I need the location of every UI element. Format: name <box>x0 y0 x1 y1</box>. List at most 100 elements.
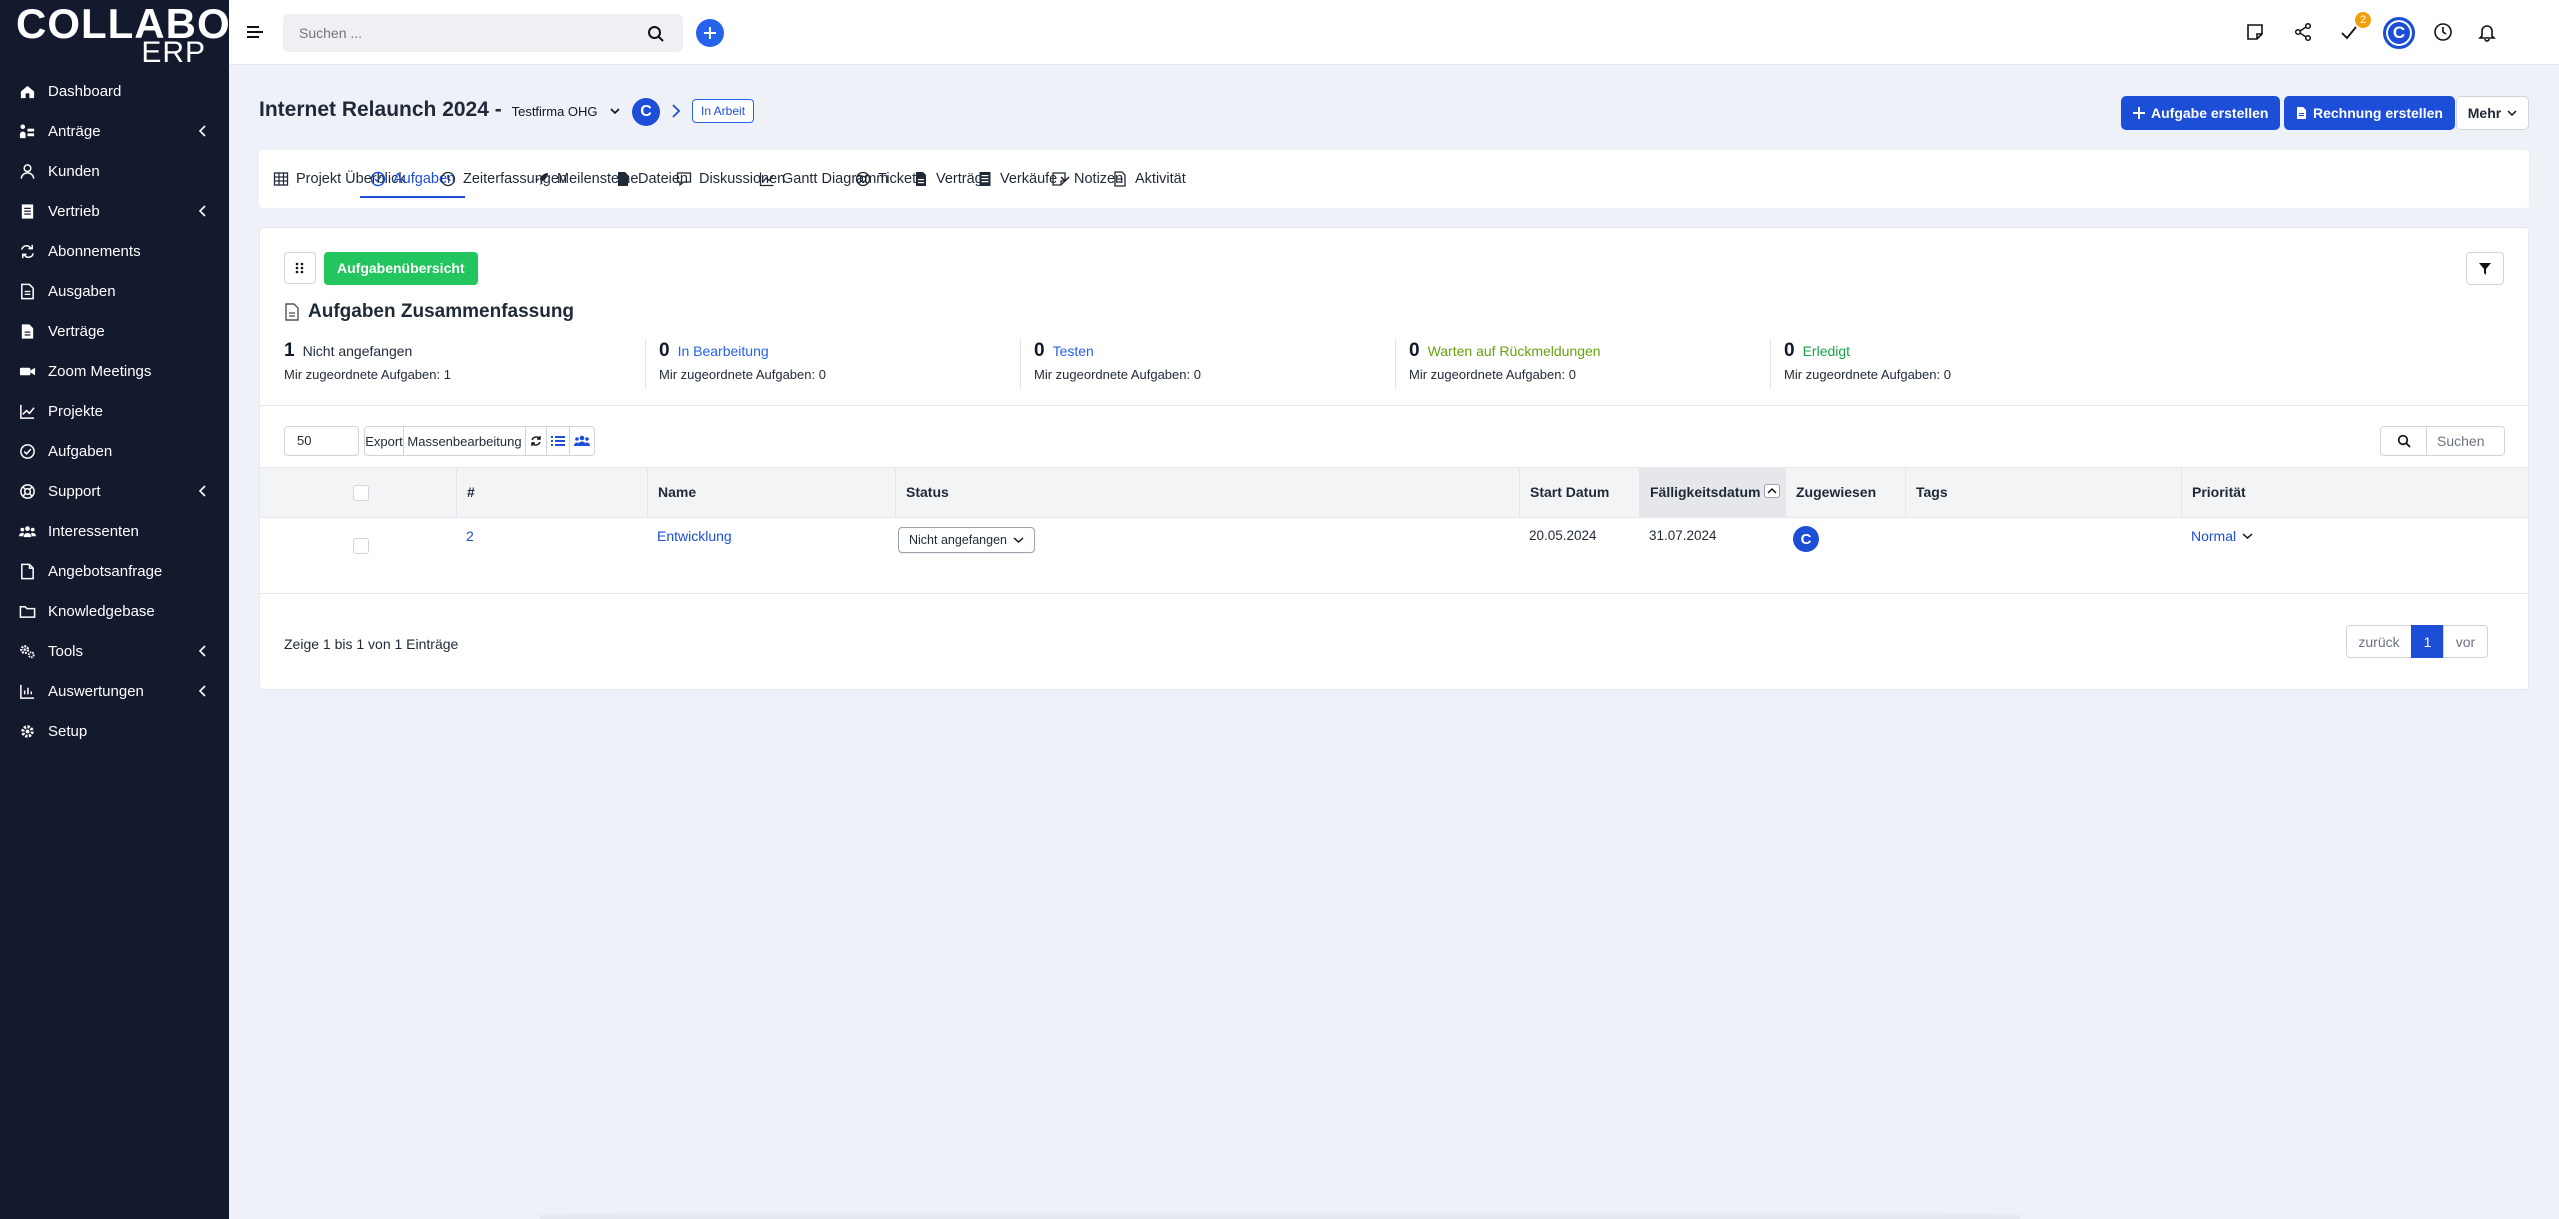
sidebar-item-label: Dashboard <box>48 82 122 100</box>
task-stat-mine: Mir zugeordnete Aufgaben: 0 <box>659 367 826 382</box>
column-header-due-date[interactable]: Fälligkeitsdatum <box>1639 468 1785 517</box>
sidebar-nav: Dashboard Anträge Kunden Vertrieb Abonnement… <box>0 71 229 751</box>
bar-chart-icon <box>18 682 36 700</box>
column-header-priority[interactable]: Priorität <box>2181 468 2528 517</box>
column-header-start-date[interactable]: Start Datum <box>1519 468 1639 517</box>
sidebar-item-label: Projekte <box>48 402 104 420</box>
export-button[interactable]: Export <box>364 426 404 456</box>
task-name-link[interactable]: Entwicklung <box>647 528 732 544</box>
create-invoice-button[interactable]: Rechnung erstellen <box>2284 96 2455 130</box>
filter-button[interactable] <box>2466 252 2504 285</box>
timer-button[interactable] <box>2431 20 2455 44</box>
task-stat-label[interactable]: Testen <box>1053 343 1094 359</box>
sidebar-item-label: Vertrieb <box>48 202 100 220</box>
home-icon <box>18 82 36 100</box>
share-button[interactable] <box>2291 20 2315 44</box>
assignee-avatar[interactable]: C <box>1793 526 1819 552</box>
logo[interactable]: COLLABO ERP <box>16 2 230 68</box>
todo-button[interactable]: 2 <box>2337 12 2371 44</box>
chevron-down-icon <box>1013 537 1024 544</box>
pagination-page-1[interactable]: 1 <box>2411 625 2444 658</box>
sidebar-item-tools[interactable]: Tools <box>0 631 229 671</box>
list-view-button[interactable] <box>546 426 570 456</box>
pagination-previous[interactable]: zurück <box>2346 625 2412 658</box>
chevron-down-icon[interactable] <box>609 106 621 116</box>
task-stat-label[interactable]: Erledigt <box>1803 343 1850 359</box>
task-stat: 0 Erledigt Mir zugeordnete Aufgaben: 0 <box>1784 340 2159 390</box>
divider <box>645 338 646 390</box>
sidebar-item-vertrieb[interactable]: Vertrieb <box>0 191 229 231</box>
project-company[interactable]: Testfirma OHG <box>512 104 598 119</box>
quick-add-button[interactable] <box>696 19 724 47</box>
divider <box>1020 338 1021 390</box>
refresh-icon <box>531 436 541 446</box>
plus-icon <box>2133 107 2145 119</box>
user-avatar[interactable]: C <box>2383 17 2415 49</box>
select-all-checkbox[interactable] <box>353 485 369 501</box>
sidebar-item-setup[interactable]: Setup <box>0 711 229 751</box>
filter-icon <box>2479 262 2491 275</box>
pagination-next[interactable]: vor <box>2443 625 2488 658</box>
chevron-right-icon <box>672 104 681 118</box>
column-header-id[interactable]: # <box>456 468 647 517</box>
table-search-input[interactable]: Suchen <box>2426 426 2505 456</box>
column-header-tags[interactable]: Tags <box>1905 468 2181 517</box>
sidebar-item-vertrage[interactable]: Verträge <box>0 311 229 351</box>
sidebar-item-label: Setup <box>48 722 88 740</box>
sidebar-item-support[interactable]: Support <box>0 471 229 511</box>
table-info: Zeige 1 bis 1 von 1 Einträge <box>284 636 459 652</box>
project-status-badge[interactable]: In Arbeit <box>692 99 755 123</box>
sidebar-item-dashboard[interactable]: Dashboard <box>0 71 229 111</box>
chevron-left-icon <box>198 645 206 657</box>
sidebar-item-kunden[interactable]: Kunden <box>0 151 229 191</box>
sticky-note-button[interactable] <box>2243 20 2267 44</box>
table-search-button[interactable] <box>2380 426 2427 456</box>
reload-button[interactable] <box>525 426 547 456</box>
kanban-toggle-button[interactable] <box>284 252 316 284</box>
sort-ascending-icon <box>1764 484 1781 499</box>
task-priority-dropdown[interactable]: Normal <box>2181 528 2253 544</box>
global-search-input[interactable] <box>283 14 623 52</box>
task-stat-label[interactable]: Warten auf Rückmeldungen <box>1428 343 1601 359</box>
sidebar-item-label: Support <box>48 482 101 500</box>
row-checkbox[interactable] <box>353 538 369 554</box>
sidebar-item-antrage[interactable]: Anträge <box>0 111 229 151</box>
sidebar-item-label: Auswertungen <box>48 682 144 700</box>
create-task-button[interactable]: Aufgabe erstellen <box>2121 96 2281 130</box>
chevron-left-icon <box>198 205 206 217</box>
sidebar-item-aufgaben[interactable]: Aufgaben <box>0 431 229 471</box>
column-header-assigned[interactable]: Zugewiesen <box>1785 468 1905 517</box>
sidebar-item-interessenten[interactable]: Interessenten <box>0 511 229 551</box>
notifications-button[interactable] <box>2475 20 2499 44</box>
project-member-avatar[interactable]: C <box>632 98 660 126</box>
sidebar-item-label: Interessenten <box>48 522 139 540</box>
bulk-edit-button[interactable]: Massenbearbeitung <box>403 426 526 456</box>
hamburger-menu-icon[interactable] <box>247 24 265 40</box>
sidebar-item-projekte[interactable]: Projekte <box>0 391 229 431</box>
team-view-button[interactable] <box>569 426 595 456</box>
tab-aktivitat[interactable]: Aktivität <box>1112 150 1186 208</box>
sidebar-item-auswertungen[interactable]: Auswertungen <box>0 671 229 711</box>
table-row: 2 Entwicklung Nicht angefangen 20.05.202… <box>260 518 2528 594</box>
task-stat-label[interactable]: Nicht angefangen <box>303 343 413 359</box>
sidebar-item-angebotsanfrage[interactable]: Angebotsanfrage <box>0 551 229 591</box>
task-stat-mine: Mir zugeordnete Aufgaben: 0 <box>1784 367 1951 382</box>
page-length-select[interactable]: 50 <box>284 426 359 456</box>
column-header-status[interactable]: Status <box>895 468 1519 517</box>
sidebar-item-ausgaben[interactable]: Ausgaben <box>0 271 229 311</box>
search-icon[interactable] <box>647 25 665 43</box>
sidebar-item-zoom-meetings[interactable]: Zoom Meetings <box>0 351 229 391</box>
sidebar-item-knowledgebase[interactable]: Knowledgebase <box>0 591 229 631</box>
task-stat-label[interactable]: In Bearbeitung <box>678 343 769 359</box>
task-stat: 0 In Bearbeitung Mir zugeordnete Aufgaben:… <box>659 340 1034 390</box>
task-status-dropdown[interactable]: Nicht angefangen <box>898 527 1035 553</box>
workflow-icon <box>18 122 36 140</box>
sidebar-item-label: Ausgaben <box>48 282 116 300</box>
gears-icon <box>18 642 36 660</box>
sidebar-item-abonnements[interactable]: Abonnements <box>0 231 229 271</box>
task-id-link[interactable]: 2 <box>456 528 474 544</box>
more-button[interactable]: Mehr <box>2456 96 2529 130</box>
column-header-name[interactable]: Name <box>647 468 895 517</box>
task-overview-button[interactable]: Aufgabenübersicht <box>324 252 478 285</box>
list-icon <box>551 436 565 446</box>
